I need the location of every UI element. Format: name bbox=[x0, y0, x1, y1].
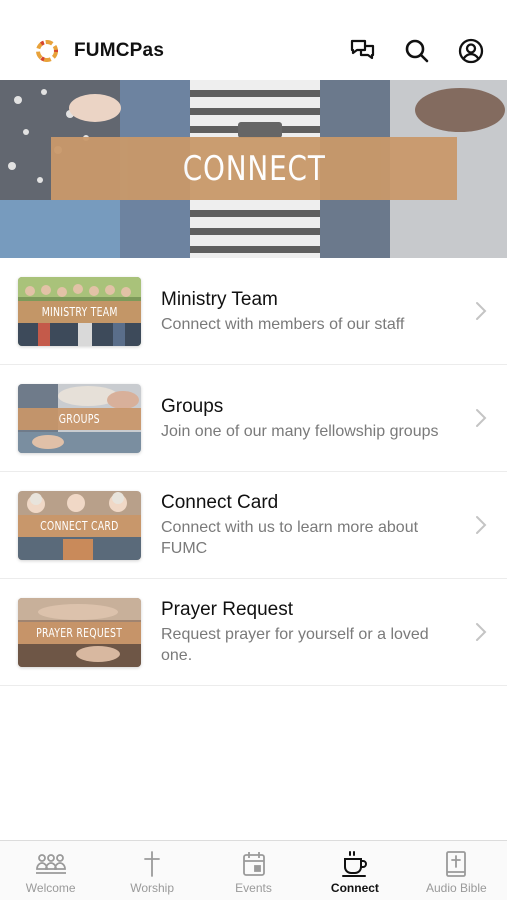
tab-label: Connect bbox=[330, 881, 379, 895]
church-logo-icon bbox=[34, 38, 60, 64]
hero-banner-text: CONNECT bbox=[182, 148, 326, 189]
list-item-ministry-team[interactable]: MINISTRY TEAM Ministry Team Connect with… bbox=[0, 258, 507, 365]
item-subtitle: Connect with members of our staff bbox=[161, 315, 405, 333]
connect-card-thumbnail: CONNECT CARD bbox=[18, 490, 141, 560]
profile-icon[interactable] bbox=[457, 37, 485, 65]
chevron-right-icon bbox=[476, 409, 487, 427]
item-subtitle: Join one of our many fellowship groups bbox=[161, 422, 439, 440]
item-subtitle: Connect with us to learn more about FUMC bbox=[161, 519, 419, 557]
tab-welcome[interactable]: Welcome bbox=[0, 841, 101, 900]
search-icon[interactable] bbox=[403, 37, 431, 65]
app-title: FUMCPas bbox=[74, 40, 165, 61]
tab-connect[interactable]: Connect bbox=[304, 841, 405, 900]
hero-banner: CONNECT bbox=[51, 137, 457, 200]
tab-label: Worship bbox=[130, 881, 174, 895]
thumb-band: MINISTRY TEAM bbox=[18, 300, 141, 323]
item-subtitle: Request prayer for yourself or a loved o… bbox=[161, 626, 429, 664]
bible-icon bbox=[440, 850, 472, 878]
item-text: Groups Join one of our many fellowship g… bbox=[161, 395, 507, 442]
list-item-prayer-request[interactable]: PRAYER REQUEST Prayer Request Request pr… bbox=[0, 579, 507, 686]
bottom-tab-bar: Welcome Worship Events Connect Audio Bib… bbox=[0, 840, 507, 900]
thumb-band: GROUPS bbox=[18, 407, 141, 430]
thumb-band: PRAYER REQUEST bbox=[18, 621, 141, 644]
tab-label: Events bbox=[235, 881, 272, 895]
thumb-label: CONNECT CARD bbox=[40, 518, 119, 533]
thumb-label: GROUPS bbox=[59, 411, 100, 426]
item-text: Prayer Request Request prayer for yourse… bbox=[161, 598, 507, 666]
list-item-connect-card[interactable]: CONNECT CARD Connect Card Connect with u… bbox=[0, 472, 507, 579]
item-text: Connect Card Connect with us to learn mo… bbox=[161, 491, 507, 559]
thumb-label: PRAYER REQUEST bbox=[36, 625, 123, 640]
thumb-label: MINISTRY TEAM bbox=[41, 304, 118, 319]
chevron-right-icon bbox=[476, 516, 487, 534]
item-title: Ministry Team bbox=[161, 288, 278, 310]
ministry-team-thumbnail: MINISTRY TEAM bbox=[18, 276, 141, 346]
tab-audio-bible[interactable]: Audio Bible bbox=[406, 841, 507, 900]
item-title: Connect Card bbox=[161, 492, 279, 513]
list-item-groups[interactable]: GROUPS Groups Join one of our many fello… bbox=[0, 365, 507, 472]
status-bar bbox=[0, 0, 507, 22]
item-title: Groups bbox=[161, 395, 224, 417]
tab-label: Welcome bbox=[25, 881, 76, 895]
calendar-icon bbox=[238, 850, 270, 878]
people-icon bbox=[35, 850, 67, 878]
item-title: Prayer Request bbox=[161, 599, 294, 620]
tab-events[interactable]: Events bbox=[203, 841, 304, 900]
prayer-request-thumbnail: PRAYER REQUEST bbox=[18, 597, 141, 667]
connect-list: MINISTRY TEAM Ministry Team Connect with… bbox=[0, 258, 507, 686]
chevron-right-icon bbox=[476, 623, 487, 641]
item-text: Ministry Team Connect with members of ou… bbox=[161, 288, 507, 335]
coffee-cup-icon bbox=[339, 850, 371, 878]
header-actions bbox=[349, 37, 485, 65]
groups-thumbnail: GROUPS bbox=[18, 383, 141, 453]
tab-worship[interactable]: Worship bbox=[101, 841, 202, 900]
cross-icon bbox=[136, 850, 168, 878]
chevron-right-icon bbox=[476, 302, 487, 320]
chat-icon[interactable] bbox=[349, 37, 377, 65]
thumb-band: CONNECT CARD bbox=[18, 514, 141, 537]
tab-label: Audio Bible bbox=[425, 881, 487, 895]
hero-image: CONNECT bbox=[0, 80, 507, 258]
app-header: FUMCPas bbox=[0, 22, 507, 80]
